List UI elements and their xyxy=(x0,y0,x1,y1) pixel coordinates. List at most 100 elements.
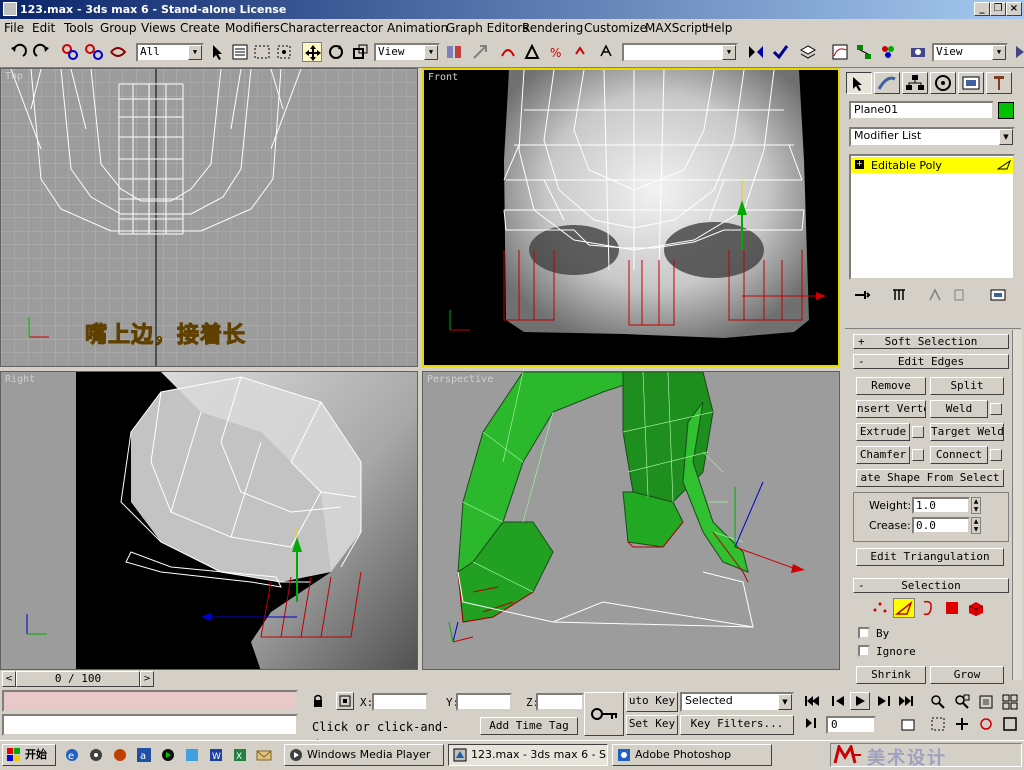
motion-tab-icon[interactable] xyxy=(930,72,956,94)
create-tab-icon[interactable] xyxy=(846,72,872,94)
menu-tools[interactable]: Tools xyxy=(64,21,94,35)
zoom-extents-all-icon[interactable] xyxy=(1002,694,1018,713)
shrink-button[interactable]: Shrink xyxy=(856,666,926,684)
named-selection-dropdown[interactable]: ▼ xyxy=(622,43,738,62)
by-vertex-checkbox[interactable] xyxy=(858,627,870,639)
material-editor-icon[interactable] xyxy=(878,42,898,62)
chamfer-settings-button[interactable] xyxy=(912,449,924,461)
menu-customize[interactable]: Customize xyxy=(584,21,647,35)
weld-button[interactable]: Weld xyxy=(930,400,988,418)
menu-reactor[interactable]: reactor xyxy=(340,21,383,35)
key-mode-toggle-icon[interactable] xyxy=(804,716,820,733)
x-coord-field[interactable] xyxy=(372,693,428,711)
pin-stack-icon[interactable] xyxy=(853,288,871,305)
modifier-list-dropdown[interactable]: Modifier List ▼ xyxy=(849,127,1015,147)
viewport-top[interactable]: Top 嘴上边，接着长 xyxy=(0,68,418,367)
ref-coord-dropdown[interactable]: View ▼ xyxy=(374,43,440,62)
edit-edges-rollout[interactable]: - Edit Edges xyxy=(853,354,1009,369)
maxscript-input-mini[interactable] xyxy=(2,714,298,736)
lock-selection-icon[interactable] xyxy=(312,694,324,711)
modify-tab-icon[interactable] xyxy=(874,72,900,94)
align-icon[interactable] xyxy=(770,42,790,62)
region-zoom-icon[interactable] xyxy=(930,716,946,735)
command-panel-scrollbar[interactable] xyxy=(1012,330,1022,680)
expand-plus-icon[interactable]: + xyxy=(855,160,864,169)
prev-frame-arrow-icon[interactable]: < xyxy=(2,671,16,687)
z-coord-field[interactable] xyxy=(536,693,584,711)
extrude-button[interactable]: Extrude xyxy=(856,423,910,441)
polygon-subobject-icon[interactable] xyxy=(942,598,962,621)
start-button[interactable]: 开始 xyxy=(2,744,56,766)
unlink-icon[interactable] xyxy=(84,42,104,62)
object-color-swatch[interactable] xyxy=(998,102,1014,119)
quicklaunch-player-icon[interactable] xyxy=(160,747,176,766)
pivot-center-icon[interactable] xyxy=(444,42,464,62)
menu-animation[interactable]: Animation xyxy=(387,21,448,35)
current-frame-field[interactable]: 0 xyxy=(826,716,876,734)
selection-filter-dropdown[interactable]: All ▼ xyxy=(136,43,204,62)
curve-editor-icon[interactable] xyxy=(830,42,850,62)
next-key-icon[interactable] xyxy=(876,694,892,711)
select-link-icon[interactable] xyxy=(60,42,80,62)
select-object-icon[interactable] xyxy=(208,42,228,62)
menu-maxscript[interactable]: MAXScript xyxy=(645,21,707,35)
set-key-big-button[interactable] xyxy=(584,692,624,736)
go-to-start-icon[interactable] xyxy=(804,694,820,711)
viewport-label-top[interactable]: Top xyxy=(5,71,23,82)
app-icon[interactable] xyxy=(3,2,17,16)
weight-spinner[interactable]: 1.0 xyxy=(912,497,970,514)
maximize-viewport-icon[interactable] xyxy=(1002,716,1018,735)
bind-spacewarp-icon[interactable] xyxy=(108,42,128,62)
connect-button[interactable]: Connect xyxy=(930,446,988,464)
schematic-view-icon[interactable] xyxy=(854,42,874,62)
rotate-icon[interactable] xyxy=(326,42,346,62)
menu-character[interactable]: Character xyxy=(280,21,339,35)
crease-spinner-arrows[interactable]: ▲ ▼ xyxy=(971,517,981,534)
menu-rendering[interactable]: Rendering xyxy=(522,21,583,35)
quicklaunch-a-icon[interactable]: a xyxy=(136,747,152,766)
weight-spinner-arrows[interactable]: ▲ ▼ xyxy=(971,497,981,514)
border-subobject-icon[interactable] xyxy=(918,598,938,621)
extrude-settings-button[interactable] xyxy=(912,426,924,438)
minimize-button[interactable]: _ xyxy=(974,2,990,16)
zoom-all-icon[interactable] xyxy=(954,694,970,713)
edge-subobject-button[interactable] xyxy=(893,598,915,618)
insert-vertex-button[interactable]: nsert Verte xyxy=(856,400,926,418)
time-slider-thumb[interactable]: 0 / 100 xyxy=(16,671,140,687)
prev-key-icon[interactable] xyxy=(830,694,846,711)
create-shape-button[interactable]: ate Shape From Select xyxy=(856,469,1004,487)
remove-button[interactable]: Remove xyxy=(856,377,926,395)
key-mode-dropdown[interactable]: Selected ▼ xyxy=(680,692,794,712)
quicklaunch-excel-icon[interactable]: X xyxy=(232,747,248,766)
render-view-dropdown[interactable]: View ▼ xyxy=(932,43,1008,62)
menu-views[interactable]: Views xyxy=(141,21,176,35)
menu-group[interactable]: Group xyxy=(100,21,137,35)
quick-render-icon[interactable] xyxy=(1010,42,1024,62)
go-to-end-icon[interactable] xyxy=(898,694,914,711)
redo-icon[interactable] xyxy=(32,42,52,62)
mirror-icon[interactable] xyxy=(746,42,766,62)
quicklaunch-mail-icon[interactable] xyxy=(256,747,272,766)
quicklaunch-app-icon[interactable] xyxy=(112,747,128,766)
target-weld-button[interactable]: Target Weld xyxy=(930,423,1004,441)
angle-snap-icon[interactable] xyxy=(522,42,542,62)
configure-sets-icon[interactable] xyxy=(989,288,1007,305)
zoom-icon[interactable] xyxy=(930,694,946,713)
zoom-extents-icon[interactable] xyxy=(978,694,994,713)
undo-icon[interactable] xyxy=(8,42,28,62)
percent-snap-icon[interactable]: % xyxy=(546,42,566,62)
auto-key-button[interactable]: uto Key xyxy=(626,692,678,712)
weld-settings-button[interactable] xyxy=(990,403,1002,415)
connect-settings-button[interactable] xyxy=(990,449,1002,461)
menu-create[interactable]: Create xyxy=(180,21,220,35)
move-icon[interactable] xyxy=(302,42,322,62)
quicklaunch-word-icon[interactable]: W xyxy=(208,747,224,766)
object-name-field[interactable]: Plane01 xyxy=(849,101,994,120)
display-tab-icon[interactable] xyxy=(958,72,984,94)
pan-icon[interactable] xyxy=(954,716,970,735)
rect-selection-icon[interactable] xyxy=(252,42,272,62)
ignore-backfacing-checkbox[interactable] xyxy=(858,645,870,657)
menu-modifiers[interactable]: Modifiers xyxy=(225,21,280,35)
layer-manager-icon[interactable] xyxy=(798,42,818,62)
spinner-snap-icon[interactable] xyxy=(570,42,590,62)
